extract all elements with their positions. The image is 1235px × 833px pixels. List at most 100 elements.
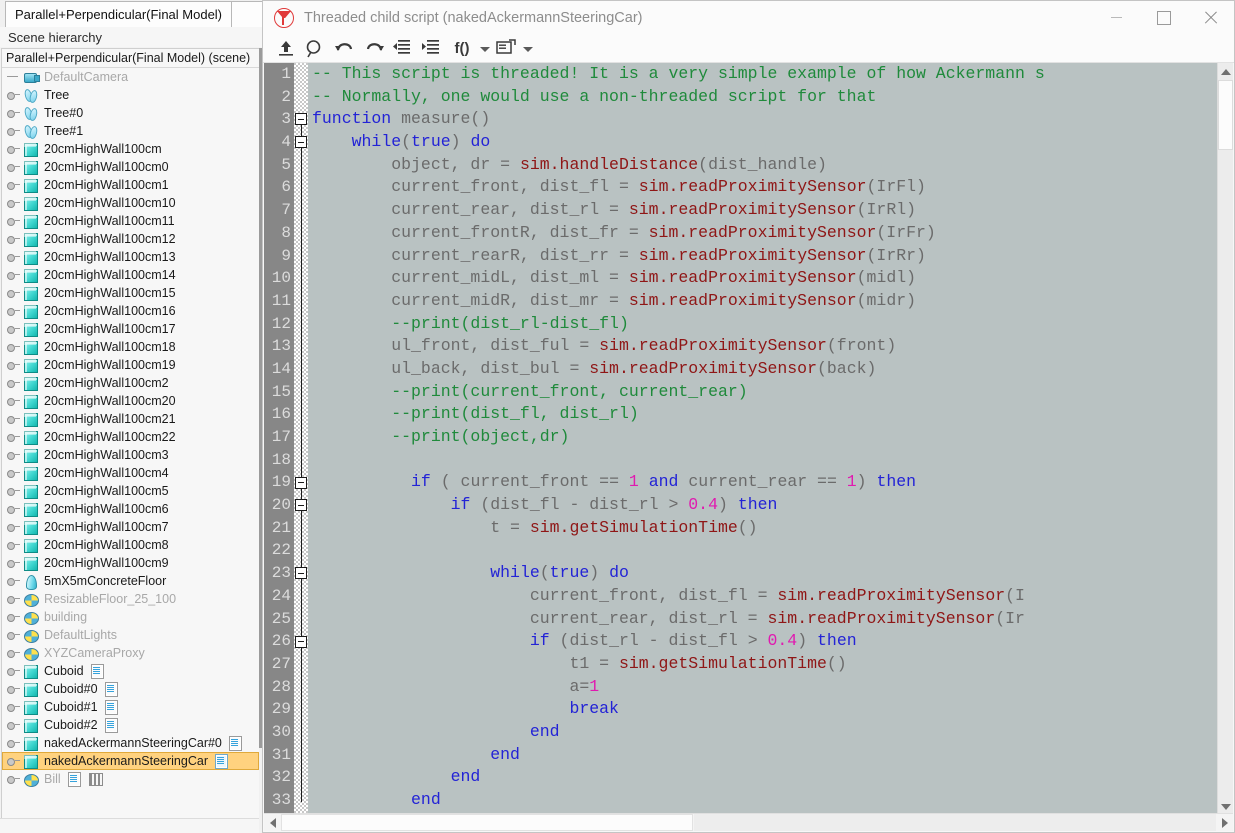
fold-toggle-icon[interactable] [295, 136, 307, 149]
scene-tree-item[interactable]: 20cmHighWall100cm11 [2, 212, 259, 230]
tree-expander-icon[interactable] [6, 197, 22, 209]
code-line[interactable]: while(true) do [308, 131, 1233, 154]
tree-expander-icon[interactable] [6, 719, 22, 731]
tree-expander-icon[interactable] [6, 305, 22, 317]
script-badge[interactable] [214, 754, 229, 769]
scene-tree-item[interactable]: Tree [2, 86, 259, 104]
code-line[interactable]: current_rearR, dist_rr = sim.readProximi… [308, 245, 1233, 268]
code-line[interactable]: end [308, 744, 1233, 767]
snippets-icon[interactable] [492, 35, 521, 61]
code-line[interactable]: break [308, 698, 1233, 721]
fold-toggle-icon[interactable] [295, 113, 307, 126]
scene-tree-item[interactable]: DefaultCamera [2, 68, 259, 86]
code-line[interactable]: function measure() [308, 108, 1233, 131]
scene-tree-item[interactable]: 20cmHighWall100cm18 [2, 338, 259, 356]
scene-tree-item[interactable]: 20cmHighWall100cm4 [2, 464, 259, 482]
close-button[interactable] [1187, 1, 1234, 34]
functions-icon[interactable]: f() [446, 35, 478, 61]
code-line[interactable]: end [308, 721, 1233, 744]
script-badge[interactable] [67, 772, 82, 787]
scene-tree-item[interactable]: 20cmHighWall100cm5 [2, 482, 259, 500]
scene-tree-item[interactable]: ResizableFloor_25_100 [2, 590, 259, 608]
scene-tree-item[interactable]: 20cmHighWall100cm3 [2, 446, 259, 464]
scene-tree-item[interactable]: 20cmHighWall100cm14 [2, 266, 259, 284]
scene-tree-item[interactable]: DefaultLights [2, 626, 259, 644]
search-icon[interactable] [301, 35, 330, 61]
scene-tree-item[interactable]: 20cmHighWall100cm12 [2, 230, 259, 248]
scene-tree-item[interactable]: 20cmHighWall100cm [2, 140, 259, 158]
code-hscrollbar-thumb[interactable] [281, 814, 693, 831]
upload-icon[interactable] [272, 35, 301, 61]
tree-expander-icon[interactable] [6, 71, 22, 83]
bars-badge[interactable] [88, 772, 103, 786]
tree-expander-icon[interactable] [6, 755, 22, 767]
tree-expander-icon[interactable] [6, 503, 22, 515]
scene-tree-list[interactable]: DefaultCamera Tree Tree#0 Tree#1 20cmHighWal… [2, 68, 259, 788]
code-line[interactable]: object, dr = sim.handleDistance(dist_han… [308, 154, 1233, 177]
tree-expander-icon[interactable] [6, 773, 22, 785]
fold-toggle-icon[interactable] [295, 635, 307, 648]
scene-tree-item[interactable]: Cuboid#2 [2, 716, 259, 734]
code-line[interactable]: --print(object,dr) [308, 426, 1233, 449]
functions-caret-icon[interactable] [478, 35, 492, 61]
tree-expander-icon[interactable] [6, 575, 22, 587]
code-hscrollbar[interactable] [264, 813, 1233, 831]
scene-tree-item[interactable]: 20cmHighWall100cm9 [2, 554, 259, 572]
code-line[interactable]: end [308, 766, 1233, 789]
tree-expander-icon[interactable] [6, 107, 22, 119]
script-badge[interactable] [104, 682, 119, 697]
scene-tree-item[interactable]: 5mX5mConcreteFloor [2, 572, 259, 590]
tab-new-scene[interactable] [231, 1, 265, 27]
tree-expander-icon[interactable] [6, 611, 22, 623]
scene-tree-item[interactable]: nakedAckermannSteeringCar#0 [2, 734, 259, 752]
tree-expander-icon[interactable] [6, 665, 22, 677]
tree-expander-icon[interactable] [6, 161, 22, 173]
scene-tree-item[interactable]: nakedAckermannSteeringCar [2, 752, 259, 770]
scroll-right-button[interactable] [1216, 814, 1233, 831]
scene-tree-item[interactable]: 20cmHighWall100cm8 [2, 536, 259, 554]
tree-expander-icon[interactable] [6, 323, 22, 335]
code-line[interactable]: --print(dist_fl, dist_rl) [308, 403, 1233, 426]
maximize-button[interactable] [1140, 1, 1187, 34]
code-line[interactable] [308, 539, 1233, 562]
code-vscrollbar[interactable] [1217, 63, 1233, 815]
tree-expander-icon[interactable] [6, 431, 22, 443]
tree-expander-icon[interactable] [6, 269, 22, 281]
code-line[interactable]: if ( current_front == 1 and current_rear… [308, 471, 1233, 494]
tree-expander-icon[interactable] [6, 143, 22, 155]
code-line[interactable]: --print(dist_rl-dist_fl) [308, 313, 1233, 336]
code-line[interactable]: ul_front, dist_ful = sim.readProximitySe… [308, 335, 1233, 358]
code-line[interactable]: current_front, dist_fl = sim.readProximi… [308, 176, 1233, 199]
scene-tree-item[interactable]: 20cmHighWall100cm2 [2, 374, 259, 392]
tab-scene-parallel-perpendicular[interactable]: Parallel+Perpendicular(Final Model) [5, 1, 233, 27]
code-line[interactable]: -- This script is threaded! It is a very… [308, 63, 1233, 86]
tree-expander-icon[interactable] [6, 377, 22, 389]
unindent-icon[interactable] [388, 35, 417, 61]
tree-expander-icon[interactable] [6, 557, 22, 569]
scene-tree-item[interactable]: 20cmHighWall100cm16 [2, 302, 259, 320]
scene-tree-item[interactable]: 20cmHighWall100cm10 [2, 194, 259, 212]
scene-tree-item[interactable]: 20cmHighWall100cm21 [2, 410, 259, 428]
scene-tree[interactable]: Parallel+Perpendicular(Final Model) (sce… [1, 48, 259, 829]
tree-expander-icon[interactable] [6, 485, 22, 497]
scene-tree-item[interactable]: 20cmHighWall100cm15 [2, 284, 259, 302]
code-line[interactable]: end [308, 789, 1233, 812]
scene-tree-item[interactable]: 20cmHighWall100cm6 [2, 500, 259, 518]
code-editor[interactable]: 1 2 3 4 5 6 7 8 9 10 11 12 13 14 15 16 17 18 19 20 21 22 23 24 2… [264, 63, 1233, 815]
minimize-button[interactable] [1093, 1, 1140, 34]
undo-icon[interactable] [330, 35, 359, 61]
scene-tree-item[interactable]: 20cmHighWall100cm7 [2, 518, 259, 536]
code-line[interactable]: a=1 [308, 676, 1233, 699]
script-badge[interactable] [104, 718, 119, 733]
scene-tree-item[interactable]: 20cmHighWall100cm1 [2, 176, 259, 194]
snippets-caret-icon[interactable] [521, 35, 535, 61]
code-hscrollbar-track[interactable] [694, 814, 1216, 831]
script-badge[interactable] [90, 664, 105, 679]
code-line[interactable]: current_front, dist_fl = sim.readProximi… [308, 585, 1233, 608]
scene-tree-item[interactable]: XYZCameraProxy [2, 644, 259, 662]
fold-toggle-icon[interactable] [295, 476, 307, 489]
scene-tree-item[interactable]: 20cmHighWall100cm19 [2, 356, 259, 374]
code-line[interactable]: current_rear, dist_rl = sim.readProximit… [308, 199, 1233, 222]
scene-tree-item[interactable]: Bill [2, 770, 259, 788]
scene-tree-item[interactable]: Cuboid#0 [2, 680, 259, 698]
